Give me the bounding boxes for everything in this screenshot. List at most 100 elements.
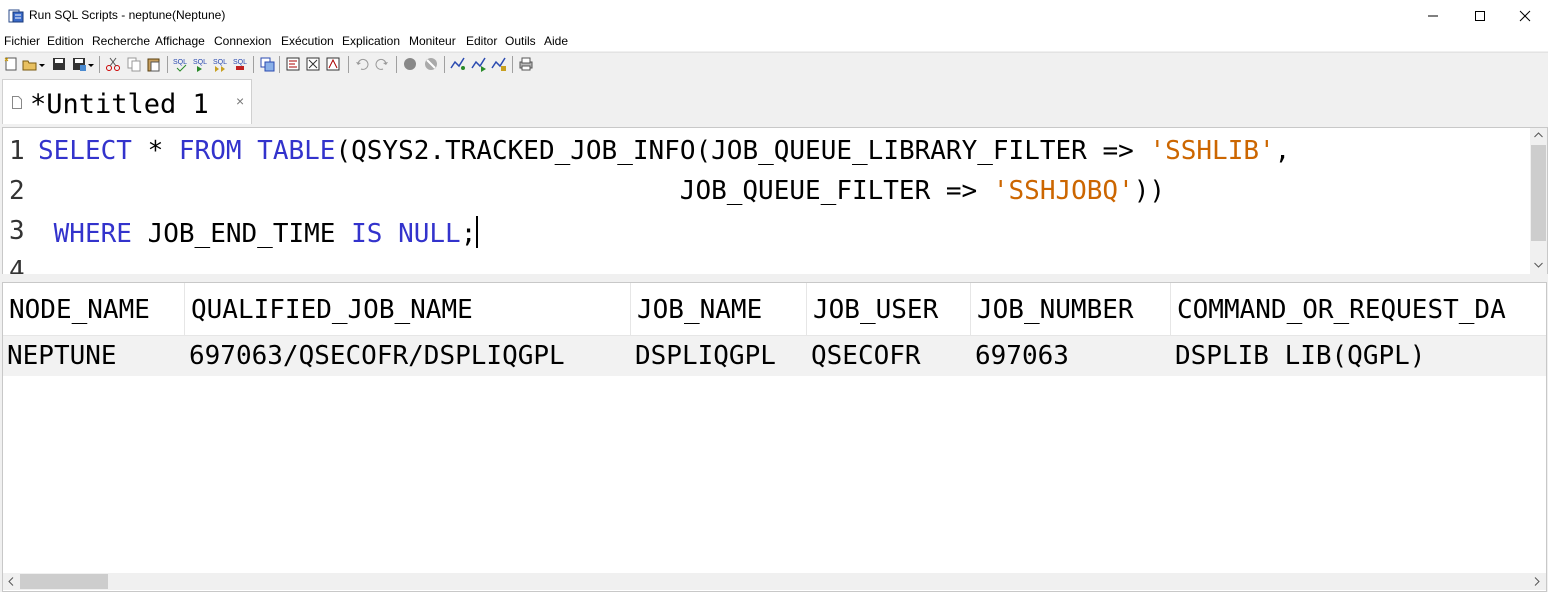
monitor-start-icon[interactable] (471, 56, 487, 72)
editor-tab-strip: *Untitled 1 × (0, 75, 1548, 125)
title-bar: Run SQL Scripts - neptune(Neptune) (0, 0, 1548, 31)
line-number: 2 (9, 176, 25, 206)
toolbar-separator (444, 56, 445, 73)
scroll-thumb[interactable] (20, 574, 108, 589)
line-number: 4 (9, 256, 25, 275)
menu-bar: Fichier Edition Recherche Affichage Conn… (0, 31, 1548, 51)
save-icon[interactable] (51, 56, 67, 72)
svg-text:SQL: SQL (173, 59, 187, 66)
maximize-button[interactable] (1457, 0, 1503, 31)
print-icon[interactable] (518, 56, 534, 72)
chevron-down-icon[interactable] (87, 56, 95, 72)
column-header[interactable]: JOB_NAME (631, 283, 807, 336)
table-cell: DSPLIB LIB(QGPL) (1175, 341, 1426, 371)
scroll-down-icon[interactable] (1534, 262, 1543, 268)
svg-text:SQL: SQL (233, 59, 247, 66)
tab-close-icon[interactable]: × (236, 93, 244, 109)
results-horizontal-scrollbar[interactable] (3, 573, 1546, 590)
table-cell: 697063/QSECOFR/DSPLIQGPL (189, 341, 565, 371)
open-icon[interactable] (22, 56, 38, 72)
column-header[interactable]: JOB_USER (807, 283, 971, 336)
table-cell: QSECOFR (811, 341, 921, 371)
toolbar-separator (279, 56, 280, 73)
svg-text:SQL: SQL (213, 59, 227, 66)
toolbar-separator (99, 56, 100, 73)
line-number-gutter: 1 2 3 4 (3, 128, 33, 274)
minimize-button[interactable] (1410, 0, 1456, 31)
menu-moniteur[interactable]: Moniteur (409, 34, 456, 48)
tab-untitled-1[interactable]: *Untitled 1 × (2, 79, 252, 124)
cancel-icon[interactable] (423, 56, 439, 72)
toolbar: SQL SQL SQL SQL (0, 52, 1548, 76)
new-script-icon[interactable] (3, 56, 19, 72)
menu-outils[interactable]: Outils (505, 34, 536, 48)
scroll-right-icon[interactable] (1534, 577, 1540, 586)
sql-text: )) (1133, 176, 1166, 206)
toolbar-separator (348, 56, 349, 73)
menu-recherche[interactable]: Recherche (92, 34, 150, 48)
menu-aide[interactable]: Aide (544, 34, 568, 48)
menu-editor[interactable]: Editor (466, 34, 497, 48)
sql-run-icon[interactable]: SQL (193, 56, 209, 72)
column-header[interactable]: COMMAND_OR_REQUEST_DA (1171, 283, 1546, 336)
table-cell: NEPTUNE (7, 341, 117, 371)
scroll-up-icon[interactable] (1534, 132, 1543, 138)
sql-keyword: TABLE (257, 136, 336, 166)
sql-check-icon[interactable]: SQL (173, 56, 189, 72)
copy-icon[interactable] (126, 56, 142, 72)
tab-label: *Untitled 1 (30, 89, 209, 120)
code-line-3: WHERE JOB_END_TIME IS NULL; (38, 216, 479, 249)
sql-keyword: SELECT (38, 136, 132, 166)
table-cell: 697063 (975, 341, 1069, 371)
column-header[interactable]: JOB_NUMBER (971, 283, 1171, 336)
close-icon (1519, 10, 1531, 21)
redo-icon[interactable] (374, 56, 390, 72)
results-grid[interactable]: NODE_NAME QUALIFIED_JOB_NAME JOB_NAME JO… (2, 282, 1547, 592)
explain-icon[interactable] (285, 56, 301, 72)
run-sql-scripts-app-icon (8, 9, 24, 23)
sql-keyword: IS (351, 219, 383, 249)
monitor-stop-icon[interactable] (491, 56, 507, 72)
undo-icon[interactable] (354, 56, 370, 72)
code-line-1: SELECT * FROM TABLE(QSYS2.TRACKED_JOB_IN… (38, 136, 1290, 166)
menu-edition[interactable]: Edition (47, 34, 84, 48)
paste-icon[interactable] (146, 56, 162, 72)
sql-keyword: NULL (398, 219, 461, 249)
pane-splitter[interactable] (0, 274, 1548, 282)
menu-affichage[interactable]: Affichage (155, 34, 205, 48)
menu-explication[interactable]: Explication (342, 34, 400, 48)
scroll-left-icon[interactable] (8, 577, 14, 586)
explain-run-icon[interactable] (305, 56, 321, 72)
results-header-row: NODE_NAME QUALIFIED_JOB_NAME JOB_NAME JO… (3, 283, 1546, 336)
column-header[interactable]: QUALIFIED_JOB_NAME (185, 283, 631, 336)
menu-execution[interactable]: Exécution (281, 34, 334, 48)
line-number: 3 (9, 216, 25, 246)
menu-connexion[interactable]: Connexion (214, 34, 271, 48)
sql-run-selected-icon[interactable]: SQL (233, 56, 249, 72)
sql-editor[interactable]: 1 2 3 4 SELECT * FROM TABLE(QSYS2.TRACKE… (2, 127, 1548, 275)
connection-icon[interactable] (259, 56, 275, 72)
menu-fichier[interactable]: Fichier (4, 34, 40, 48)
cut-icon[interactable] (105, 56, 121, 72)
stop-icon[interactable] (402, 56, 418, 72)
table-row[interactable]: NEPTUNE 697063/QSECOFR/DSPLIQGPL DSPLIQG… (3, 336, 1546, 376)
editor-vertical-scrollbar[interactable] (1530, 128, 1547, 274)
chevron-down-icon[interactable] (38, 56, 46, 72)
code-line-2: JOB_QUEUE_FILTER => 'SSHJOBQ')) (38, 176, 1165, 206)
save-as-icon[interactable] (71, 56, 87, 72)
sql-keyword: WHERE (53, 219, 132, 249)
sql-run-all-icon[interactable]: SQL (213, 56, 229, 72)
visual-explain-icon[interactable] (325, 56, 341, 72)
sql-text: ; (460, 219, 477, 249)
text-caret (476, 216, 479, 248)
scroll-thumb[interactable] (1531, 145, 1546, 241)
monitor-icon[interactable] (450, 56, 466, 72)
toolbar-separator (253, 56, 254, 73)
maximize-icon (1475, 10, 1485, 21)
close-window-button[interactable] (1502, 0, 1548, 31)
toolbar-separator (396, 56, 397, 73)
line-number: 1 (9, 136, 25, 166)
column-header[interactable]: NODE_NAME (3, 283, 185, 336)
